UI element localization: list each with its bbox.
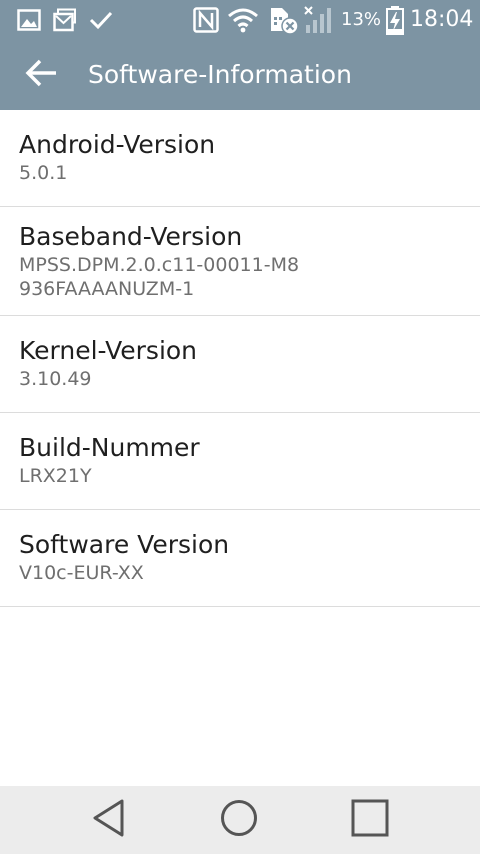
list-item-baseband-version[interactable]: Baseband-Version MPSS.DPM.2.0.c11-00011-… [0,207,480,316]
back-arrow-icon [24,58,58,92]
nav-back-button[interactable] [74,796,144,844]
battery-charging-icon [384,6,406,35]
wifi-icon [226,6,260,34]
list-item-android-version[interactable]: Android-Version 5.0.1 [0,110,480,207]
top-bar: 13% 18:04 Software-Information [0,0,480,110]
signal-icon [303,6,337,34]
nfc-icon [192,6,220,34]
list-item-title: Kernel-Version [19,336,198,365]
page-title: Software-Information [88,60,352,89]
list-item-build-number[interactable]: Build-Nummer LRX21Y [0,413,480,510]
list-item-title: Build-Nummer [19,433,200,462]
nav-recent-apps-button[interactable] [335,796,405,844]
list-item-title: Software Version [19,530,230,559]
list-item-value: MPSS.DPM.2.0.c11-00011-M8936FAAAANUZM-1 [19,254,300,300]
clock: 18:04 [410,7,474,32]
list-item-software-version[interactable]: Software Version V10c-EUR-XX [0,510,480,607]
list-item-value: LRX21Y [19,465,92,487]
sim-card-off-icon [268,6,300,35]
list-item-value: V10c-EUR-XX [19,562,144,584]
battery-percent: 13% [341,9,382,30]
list-item-title: Android-Version [19,130,216,159]
nav-back-icon [91,798,127,842]
action-bar: Software-Information [0,40,480,110]
software-information-screen: 13% 18:04 Software-Information Android-V… [0,0,480,854]
list-item-title: Baseband-Version [19,222,243,251]
image-icon [16,6,42,34]
list-item-value: 5.0.1 [19,162,68,184]
list-item-value: 3.10.49 [19,368,92,390]
message-icon [52,6,78,34]
navigation-bar [0,786,480,854]
back-button[interactable] [14,48,68,102]
software-info-list: Android-Version 5.0.1 Baseband-Version M… [0,110,480,607]
nav-home-button[interactable] [204,796,274,844]
nav-home-icon [219,798,259,842]
list-item-kernel-version[interactable]: Kernel-Version 3.10.49 [0,316,480,413]
check-icon [88,6,114,34]
status-bar: 13% 18:04 [0,0,480,40]
nav-recent-apps-icon [350,798,390,842]
